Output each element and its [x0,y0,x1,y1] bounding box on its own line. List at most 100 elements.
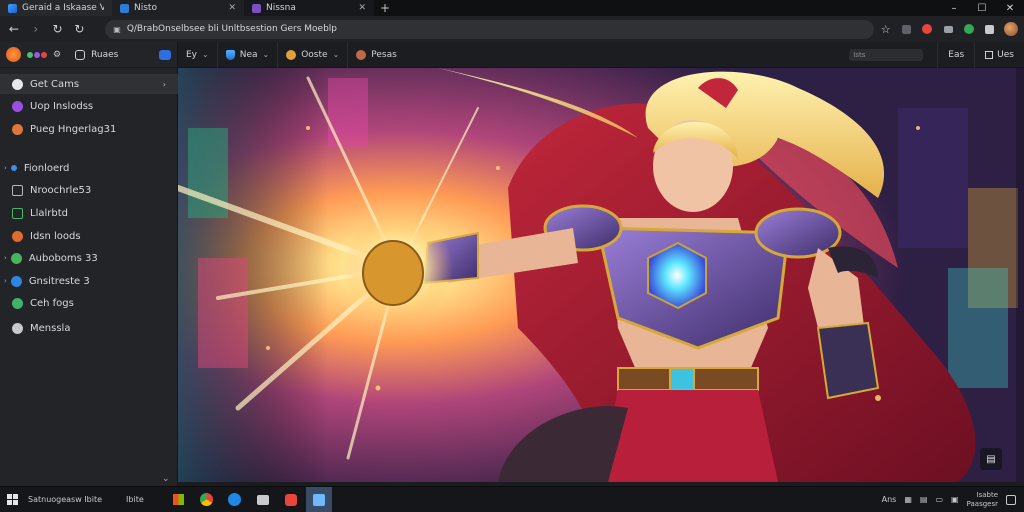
taskbar-search-text[interactable]: Satnuogeasw Ibite [28,495,102,504]
camera-extension-icon[interactable] [939,20,958,39]
group-3-label: Ooste [301,49,328,60]
chrome-icon[interactable] [194,487,220,512]
close-window-icon[interactable]: ✕ [996,0,1024,16]
profile-avatar[interactable] [1001,20,1020,39]
sidebar-item-6[interactable]: Idsn loods [0,226,178,246]
puzzle-icon[interactable] [980,20,999,39]
url-field[interactable]: ▣ Q/BrabOnselbsee bli Unltbsestion Gers … [105,19,875,39]
clock-date: Paasgesr [966,499,998,508]
toolbar-group-2[interactable]: Nea ⌄ [218,41,279,68]
artwork-viewport: ▤ [178,68,1024,482]
sidebar-item-3[interactable]: › Fionloerd [0,158,178,178]
square-outline-icon [12,184,23,196]
sidebar-item-10[interactable]: Menssla [0,318,178,338]
toolbar-group-1[interactable]: Ey ⌄ [178,41,218,68]
sidebar-item-2[interactable]: Pueg Hngerlag31 [0,119,178,139]
group-4-label: Pesas [371,49,397,60]
start-tiles-icon[interactable] [166,487,192,512]
red-extension-icon[interactable] [918,20,937,39]
file-explorer-icon[interactable] [250,487,276,512]
taskbar: Satnuogeasw Ibite Ibite Ans ▦ ▤ ▭ ▣ Isab… [0,486,1024,512]
lock-icon: ▣ [113,24,121,34]
toolbar-search[interactable]: Ists [849,48,924,61]
download-icon[interactable] [897,20,916,39]
sidebar-item-label: Menssla [30,322,71,334]
windows-start-icon[interactable] [0,487,24,512]
sidebar-item-label: Gnsitreste 3 [28,275,90,287]
sidebar-item-label: Idsn loods [30,230,81,242]
chevron-down-icon: ⌄ [202,50,209,59]
close-icon[interactable]: ✕ [358,3,366,13]
chevron-down-icon: ⌄ [262,50,270,59]
group-1-label: Ey [186,49,198,60]
taskbar-apps [166,486,332,512]
brand-logo-icon[interactable] [6,47,21,62]
sidebar-item-1[interactable]: Uop Inslodss [0,96,178,116]
close-icon[interactable]: ✕ [228,3,236,13]
new-tab-button[interactable]: + [374,0,396,16]
clock-time: Isabte [976,490,999,499]
sidebar-item-8[interactable]: › Gnsitreste 3 [0,271,178,291]
sidebar-item-0[interactable]: Get Cams › [0,74,178,94]
face-icon [356,49,367,60]
forward-icon[interactable]: › [26,19,46,39]
store-icon[interactable] [278,487,304,512]
tray-text: Ans [881,495,897,504]
expand-bullet-icon: › [4,164,7,172]
sidebar-item-label: Nroochrle53 [30,184,92,196]
check-icon [12,297,23,309]
volume-icon[interactable]: ▤ [920,495,928,504]
toolbar-group-3[interactable]: Ooste ⌄ [278,41,349,68]
sidebar-title: Ruaes [91,49,119,60]
minimize-icon[interactable]: – [940,0,968,16]
notifications-icon[interactable] [1006,494,1016,505]
sidebar-item-9[interactable]: Ceh fogs [0,293,178,313]
green-square-icon [12,207,23,219]
sidebar-item-label: Uop Inslodss [30,100,94,112]
sidebar-item-label: Fionloerd [23,162,70,174]
edge-icon[interactable] [222,487,248,512]
sidebar-item-label: Auboboms 33 [28,252,98,264]
tab-3[interactable]: Nissna ✕ [244,0,374,16]
sidebar-item-5[interactable]: Llalrbtd [0,203,178,223]
scrollbar[interactable] [1016,68,1024,482]
v-icon [12,78,23,90]
reload-icon[interactable]: ↻ [48,19,68,39]
toolbar-group-4[interactable]: Pesas [348,42,405,68]
blue-dot-icon [10,165,17,171]
toolbar-button-1[interactable]: Eas [937,41,974,68]
refresh-icon[interactable]: ↻ [69,19,89,39]
language-icon[interactable]: ▣ [951,495,959,504]
expand-bullet-icon: › [4,254,7,262]
shield-icon [225,49,235,60]
clock[interactable]: Isabte Paasgesr [967,491,998,509]
sidebar-item-label: Get Cams [30,78,80,90]
app-icon [252,3,261,13]
tab-2[interactable]: Nisto ✕ [112,0,244,16]
star-icon[interactable]: ☆ [876,20,895,39]
network-icon[interactable]: ▦ [904,495,912,504]
sidebar-item-4[interactable]: Nroochrle53 [0,180,178,200]
sidebar-item-label: Ceh fogs [30,297,74,309]
chat-icon[interactable] [159,49,171,60]
tab-1[interactable]: Geraid a Iskaase Vs [0,0,112,16]
scroll-down-icon[interactable]: ⌄ [162,474,170,484]
system-tray: Ans ▦ ▤ ▭ ▣ Isabte Paasgesr [882,491,1024,509]
settings-icon [12,322,23,334]
bookmarks-icon[interactable] [75,49,86,60]
back-icon[interactable]: ← [4,19,24,39]
sidebar-item-7[interactable]: › Auboboms 33 [0,248,178,268]
color-dots-icon[interactable] [27,51,47,58]
green-extension-icon[interactable] [960,20,979,39]
window-controls: – ☐ ✕ [940,0,1024,16]
settings-icon[interactable]: ⚙ [53,50,61,60]
sidebar-item-label: Pueg Hngerlag31 [30,123,117,135]
share-icon [985,50,994,59]
fullscreen-icon[interactable]: ▤ [980,448,1002,470]
active-app-icon[interactable] [305,486,332,512]
chevron-right-icon: › [162,79,166,89]
btn2-label: Ues [997,49,1014,60]
toolbar-button-2[interactable]: Ues [974,41,1024,68]
battery-icon[interactable]: ▭ [935,495,943,504]
maximize-icon[interactable]: ☐ [968,0,996,16]
